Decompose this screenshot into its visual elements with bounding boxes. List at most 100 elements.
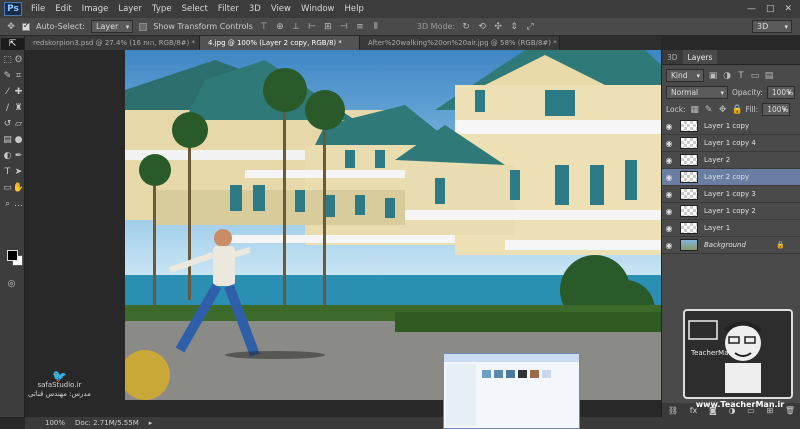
lasso-tool-icon[interactable]: ʘ: [13, 54, 24, 66]
visibility-eye-icon[interactable]: ◉: [662, 241, 676, 250]
layer-row[interactable]: ◉ Layer 1: [662, 220, 800, 237]
quick-mask-icon[interactable]: ◎: [6, 278, 17, 290]
file-thumbnail[interactable]: [518, 370, 527, 378]
distribute-horizontal-icon[interactable]: ⦀: [371, 22, 381, 32]
tab-4-jpg[interactable]: 4.jpg @ 100% (Layer 2 copy, RGB/8) *: [200, 36, 360, 50]
filter-smart-object-icon[interactable]: ▤: [764, 71, 774, 81]
distribute-icon[interactable]: ≡: [355, 22, 365, 32]
zoom-tool-icon[interactable]: ⌕: [2, 198, 13, 210]
eyedropper-tool-icon[interactable]: ⁄: [2, 86, 13, 98]
layer-row[interactable]: ◉ Layer 1 copy 4: [662, 135, 800, 152]
align-middle-icon[interactable]: ⊕: [275, 22, 285, 32]
menu-window[interactable]: Window: [296, 0, 340, 18]
visibility-eye-icon[interactable]: ◉: [662, 190, 676, 199]
crop-tool-icon[interactable]: ⌗: [13, 70, 24, 82]
menu-edit[interactable]: Edit: [50, 0, 76, 18]
file-thumbnail[interactable]: [542, 370, 551, 378]
opacity-field[interactable]: 100%: [766, 86, 795, 99]
menu-layer[interactable]: Layer: [113, 0, 147, 18]
workspace-dropdown[interactable]: 3D: [752, 20, 792, 33]
clone-stamp-tool-icon[interactable]: ♜: [13, 102, 24, 114]
file-thumbnail[interactable]: [482, 370, 491, 378]
tab-3d[interactable]: 3D: [662, 50, 683, 64]
history-brush-tool-icon[interactable]: ↺: [2, 118, 13, 130]
visibility-eye-icon[interactable]: ◉: [662, 173, 676, 182]
file-thumbnail[interactable]: [506, 370, 515, 378]
layer-row[interactable]: ◉ Layer 2: [662, 152, 800, 169]
pen-tool-icon[interactable]: ✒: [13, 150, 24, 162]
layer-row[interactable]: ◉ Layer 1 copy 3: [662, 186, 800, 203]
layer-row[interactable]: ◉ Layer 1 copy: [662, 118, 800, 135]
3d-slide-icon[interactable]: ⇕: [509, 22, 519, 32]
file-thumbnail[interactable]: [494, 370, 503, 378]
menu-filter[interactable]: Filter: [213, 0, 244, 18]
path-select-tool-icon[interactable]: ➤: [13, 166, 24, 178]
layer-row-background[interactable]: ◉ Background 🔒: [662, 237, 800, 254]
link-layers-icon[interactable]: ⛓: [668, 406, 678, 415]
foreground-color-swatch[interactable]: [7, 250, 18, 261]
blur-tool-icon[interactable]: ●: [13, 134, 24, 146]
dodge-tool-icon[interactable]: ◐: [2, 150, 13, 162]
eraser-tool-icon[interactable]: ▱: [13, 118, 24, 130]
menu-image[interactable]: Image: [77, 0, 114, 18]
menu-select[interactable]: Select: [177, 0, 213, 18]
status-arrow-icon[interactable]: ▸: [149, 419, 153, 427]
lock-all-icon[interactable]: 🔒: [732, 105, 743, 115]
document-canvas[interactable]: [125, 50, 661, 400]
tab-after-walking[interactable]: After%20walking%20on%20air.jpg @ 58% (RG…: [360, 36, 560, 50]
menu-type[interactable]: Type: [147, 0, 177, 18]
visibility-eye-icon[interactable]: ◉: [662, 139, 676, 148]
align-center-icon[interactable]: ⊞: [323, 22, 333, 32]
blend-mode-dropdown[interactable]: Normal: [666, 86, 728, 99]
minimize-button[interactable]: —: [747, 4, 756, 14]
filter-shape-icon[interactable]: ▭: [750, 71, 760, 81]
shape-tool-icon[interactable]: ▭: [2, 182, 13, 194]
3d-scale-icon[interactable]: ⤢: [525, 22, 535, 32]
filter-pixel-icon[interactable]: ▣: [708, 71, 718, 81]
maximize-button[interactable]: □: [766, 4, 775, 14]
3d-roll-icon[interactable]: ⟲: [477, 22, 487, 32]
close-button[interactable]: ✕: [784, 4, 792, 14]
fill-field[interactable]: 100%: [762, 103, 791, 116]
quick-select-tool-icon[interactable]: ✎: [2, 70, 13, 82]
healing-tool-icon[interactable]: ✚: [13, 86, 24, 98]
menu-3d[interactable]: 3D: [244, 0, 266, 18]
file-thumbnail[interactable]: [530, 370, 539, 378]
tab-redskorpion[interactable]: redskorpion3.psd @ 27.4% (הות 16, RGB/8#…: [25, 36, 200, 50]
visibility-eye-icon[interactable]: ◉: [662, 224, 676, 233]
filter-adjustment-icon[interactable]: ◑: [722, 71, 732, 81]
auto-select-dropdown[interactable]: Layer: [90, 20, 134, 33]
layer-row[interactable]: ◉ Layer 1 copy 2: [662, 203, 800, 220]
menu-view[interactable]: View: [266, 0, 296, 18]
filter-type-icon[interactable]: T: [736, 71, 746, 81]
more-tools-icon[interactable]: …: [13, 198, 24, 210]
auto-select-checkbox[interactable]: [22, 21, 30, 31]
visibility-eye-icon[interactable]: ◉: [662, 207, 676, 216]
align-bottom-icon[interactable]: ⊥: [291, 22, 301, 32]
transform-controls-checkbox[interactable]: [139, 22, 148, 31]
lock-transparent-icon[interactable]: ▦: [690, 105, 700, 115]
move-tool-preset-icon[interactable]: ✥: [6, 22, 16, 32]
align-right-icon[interactable]: ⊣: [339, 22, 349, 32]
brush-tool-icon[interactable]: ∕: [2, 102, 13, 114]
align-left-icon[interactable]: ⊢: [307, 22, 317, 32]
visibility-eye-icon[interactable]: ◉: [662, 156, 676, 165]
menu-file[interactable]: File: [26, 0, 50, 18]
layer-row-selected[interactable]: ◉ Layer 2 copy: [662, 169, 800, 186]
align-top-icon[interactable]: ⊤: [259, 22, 269, 32]
zoom-level[interactable]: 100%: [45, 419, 65, 427]
gradient-tool-icon[interactable]: ▤: [2, 134, 13, 146]
layer-filter-dropdown[interactable]: Kind: [666, 69, 704, 82]
3d-rotate-icon[interactable]: ↻: [461, 22, 471, 32]
file-explorer-window[interactable]: [443, 353, 580, 429]
visibility-eye-icon[interactable]: ◉: [662, 122, 676, 131]
3d-pan-icon[interactable]: ✣: [493, 22, 503, 32]
lock-position-icon[interactable]: ✥: [718, 105, 728, 115]
type-tool-icon[interactable]: T: [2, 166, 13, 178]
move-tool-icon[interactable]: ⇱: [1, 38, 24, 50]
marquee-tool-icon[interactable]: ⬚: [2, 54, 13, 66]
lock-pixels-icon[interactable]: ✎: [704, 105, 714, 115]
tab-layers[interactable]: Layers: [682, 50, 718, 64]
menu-help[interactable]: Help: [340, 0, 369, 18]
hand-tool-icon[interactable]: ✋: [13, 182, 24, 194]
